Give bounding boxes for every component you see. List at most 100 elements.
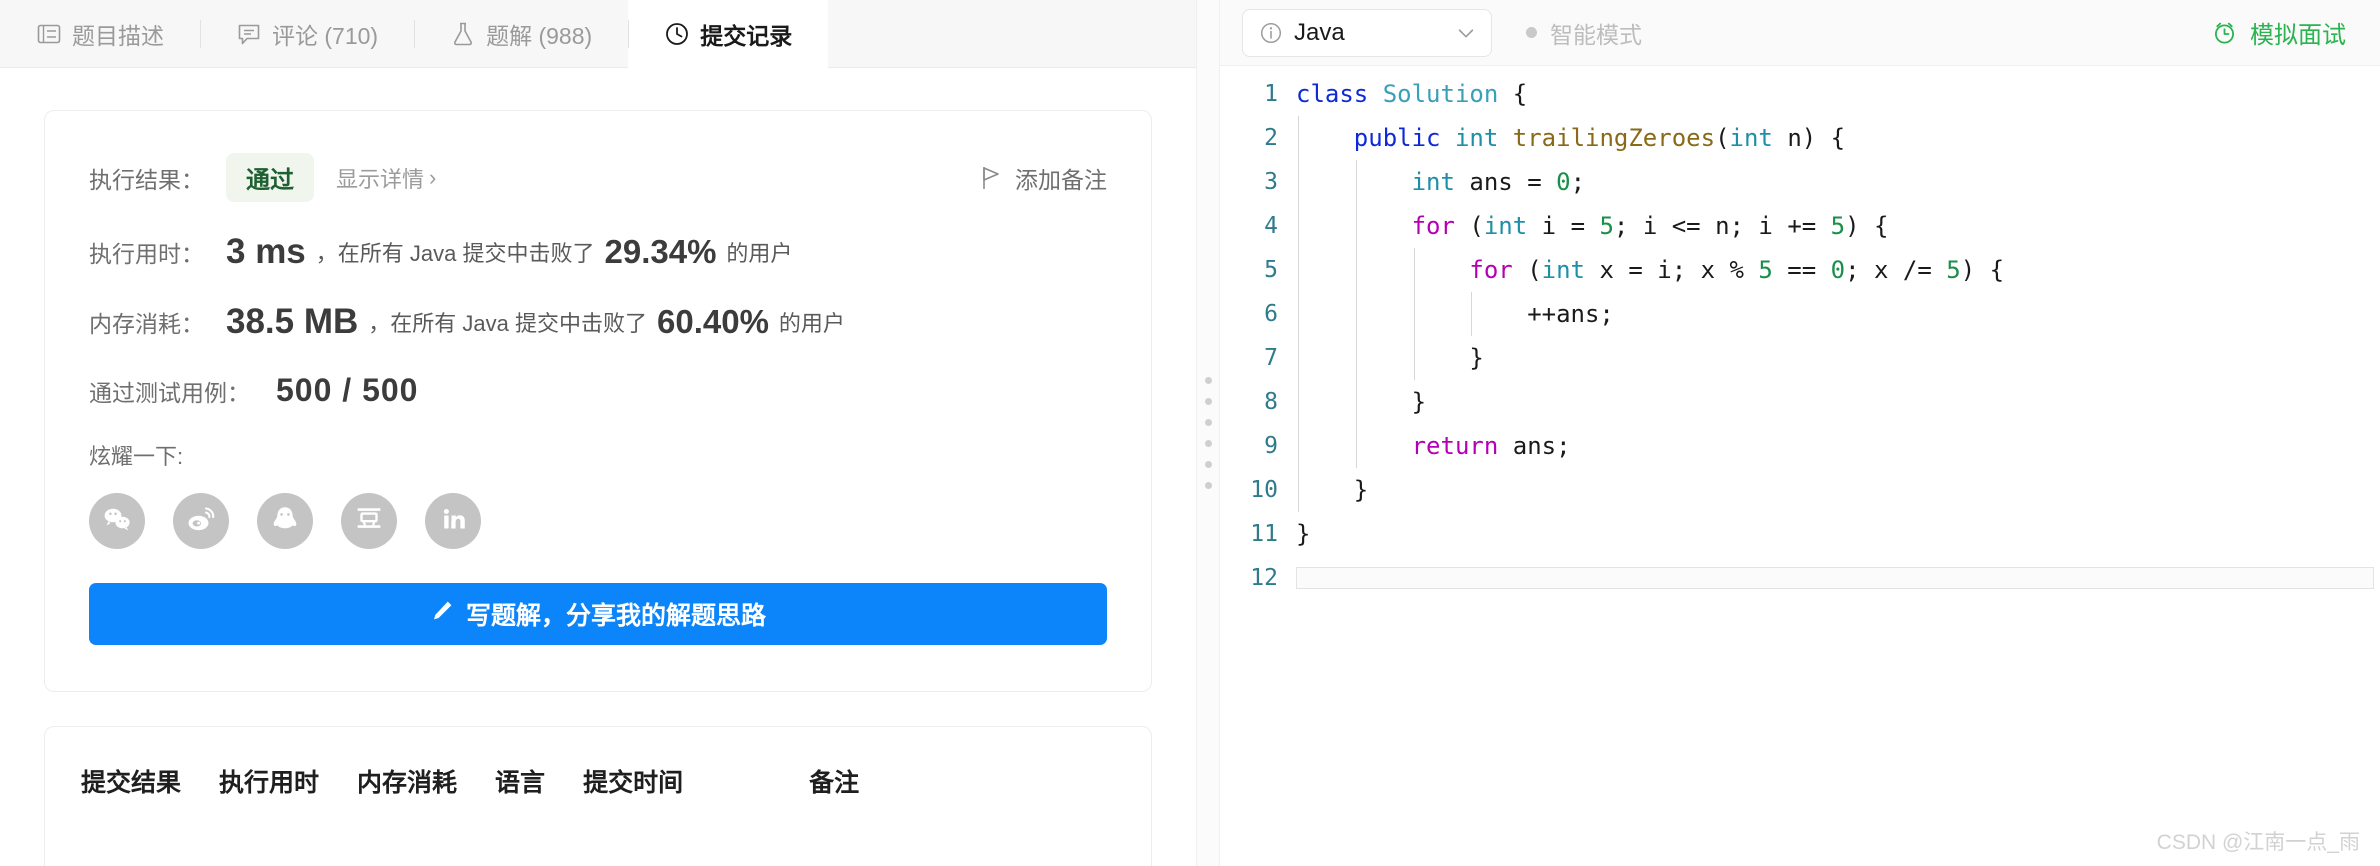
code-line[interactable]: 3 int ans = 0; <box>1220 160 2380 204</box>
code-token: ) { <box>1845 212 1889 240</box>
code-token: 5 <box>1758 256 1773 284</box>
code-token: ( <box>1715 124 1730 152</box>
runtime-value: 3 ms <box>226 232 306 271</box>
handle-dot <box>1204 419 1212 426</box>
share-button-douban[interactable] <box>341 493 397 549</box>
line-number: 2 <box>1264 125 1278 151</box>
code-token: } <box>1296 520 1311 548</box>
history-column-header: 执行用时 <box>219 769 320 797</box>
code-token: { <box>1498 80 1528 108</box>
app-root: 题目描述 评论 (710) 题解 (988) 提交记录 执行结果： 通过 显示详情 › <box>0 0 2380 866</box>
watermark: CSDN @江南一点_雨 <box>2156 831 2360 854</box>
code-token: x = i; x % <box>1585 256 1759 284</box>
code-token: 0 <box>1556 168 1571 196</box>
chevron-right-icon: › <box>429 164 437 190</box>
handle-dot <box>1204 377 1212 384</box>
comment-icon <box>236 21 262 47</box>
code-token: 5 <box>1830 212 1846 240</box>
code-line[interactable]: 6 ++ans; <box>1220 292 2380 336</box>
show-detail-link[interactable]: 显示详情 › <box>336 162 436 194</box>
code-text: class Solution { <box>1296 80 2380 108</box>
submission-history-card: 提交结果 执行用时 内存消耗 语言 提交时间 备注 <box>44 726 1152 866</box>
code-token: public <box>1353 124 1441 152</box>
code-token: ans; <box>1498 432 1571 460</box>
exec-result-row: 执行结果： 通过 显示详情 › 添加备注 <box>89 153 1107 202</box>
linkedin-icon <box>437 503 469 540</box>
code-token: i = <box>1527 212 1600 240</box>
share-button-qq[interactable] <box>257 493 313 549</box>
left-panel: 题目描述 评论 (710) 题解 (988) 提交记录 执行结果： 通过 显示详情 › <box>0 0 1196 866</box>
line-number: 6 <box>1264 301 1278 327</box>
left-content-scroll[interactable]: 执行结果： 通过 显示详情 › 添加备注 执行用时： 3 ms ，在所有 Jav… <box>0 68 1196 866</box>
smart-mode-toggle[interactable]: 智能模式 <box>1526 16 1642 50</box>
handle-dot <box>1204 461 1212 468</box>
info-circle-icon <box>1259 21 1283 45</box>
code-text: return ans; <box>1296 432 2380 460</box>
status-badge: 通过 <box>226 153 314 202</box>
tab-description[interactable]: 题目描述 <box>0 0 200 67</box>
tab-solutions[interactable]: 题解 (988) <box>414 0 628 67</box>
code-line[interactable]: 7 } <box>1220 336 2380 380</box>
code-line[interactable]: 2 public int trailingZeroes(int n) { <box>1220 116 2380 160</box>
handle-dot <box>1204 482 1212 489</box>
panel-resize-handle[interactable] <box>1196 0 1220 866</box>
code-token: ans = <box>1454 168 1557 196</box>
add-note-button[interactable]: 添加备注 <box>981 161 1107 195</box>
code-text: } <box>1296 344 2380 372</box>
code-line[interactable]: 11} <box>1220 512 2380 556</box>
testcases-row: 通过测试用例： 500 / 500 <box>89 372 1107 409</box>
handle-dot <box>1204 440 1212 447</box>
language-selector[interactable]: Java <box>1242 8 1492 57</box>
share-section: 炫耀一下: <box>89 439 1107 549</box>
write-solution-button[interactable]: 写题解，分享我的解题思路 <box>89 583 1107 645</box>
language-name: Java <box>1294 18 1345 46</box>
code-line[interactable]: 12 <box>1220 556 2380 600</box>
tab-submissions[interactable]: 提交记录 <box>628 0 829 68</box>
code-editor[interactable]: 1 class Solution {2 public int trailingZe… <box>1220 66 2380 866</box>
memory-middle-text: ，在所有 Java 提交中击败了 <box>368 311 647 336</box>
tab-label: 提交记录 <box>700 22 793 49</box>
status-dot-icon <box>1526 27 1537 38</box>
code-token: ; x /= <box>1845 256 1947 284</box>
code-line[interactable]: 4 for (int i = 5; i <= n; i += 5) { <box>1220 204 2380 248</box>
memory-value: 38.5 MB <box>226 302 359 341</box>
code-token: int <box>1729 124 1773 152</box>
code-line[interactable]: 9 return ans; <box>1220 424 2380 468</box>
code-text: } <box>1296 476 2380 504</box>
runtime-label: 执行用时： <box>89 241 204 267</box>
testcases-label: 通过测试用例： <box>89 379 250 406</box>
code-line[interactable]: 8 } <box>1220 380 2380 424</box>
weibo-icon <box>185 503 217 540</box>
code-line[interactable]: 5 for (int x = i; x % 5 == 0; x /= 5) { <box>1220 248 2380 292</box>
line-number: 10 <box>1250 477 1278 503</box>
flag-icon <box>981 166 1003 190</box>
testcases-value: 500 / 500 <box>276 372 419 408</box>
tab-label: 评论 (710) <box>272 22 379 49</box>
show-detail-label: 显示详情 <box>336 166 425 192</box>
code-token: == <box>1772 256 1831 284</box>
tab-label: 题目描述 <box>72 22 164 49</box>
alarm-clock-icon <box>2211 19 2238 46</box>
memory-suffix-text: 的用户 <box>778 311 845 336</box>
code-line[interactable]: 1 class Solution { <box>1220 72 2380 116</box>
history-column-header: 提交结果 <box>81 769 182 797</box>
code-token: 5 <box>1946 256 1961 284</box>
code-token: trailingZeroes <box>1512 124 1716 152</box>
share-button-weibo[interactable] <box>173 493 229 549</box>
share-button-wechat[interactable] <box>89 493 145 549</box>
code-text: } <box>1296 388 2380 416</box>
mock-interview-button[interactable]: 模拟面试 <box>2211 15 2358 50</box>
line-number: 7 <box>1264 345 1278 371</box>
memory-row: 内存消耗： 38.5 MB ，在所有 Java 提交中击败了 60.40% 的用… <box>89 302 1107 342</box>
write-solution-label: 写题解，分享我的解题思路 <box>465 602 766 630</box>
code-line[interactable]: 10 } <box>1220 468 2380 512</box>
tab-comments[interactable]: 评论 (710) <box>200 0 414 67</box>
code-token: ( <box>1512 256 1542 284</box>
history-column-header: 语言 <box>495 769 546 797</box>
flask-icon <box>450 21 476 47</box>
share-button-linkedin[interactable] <box>425 493 481 549</box>
code-token: class <box>1296 80 1369 108</box>
history-table-header: 提交结果 执行用时 内存消耗 语言 提交时间 备注 <box>81 763 1115 799</box>
